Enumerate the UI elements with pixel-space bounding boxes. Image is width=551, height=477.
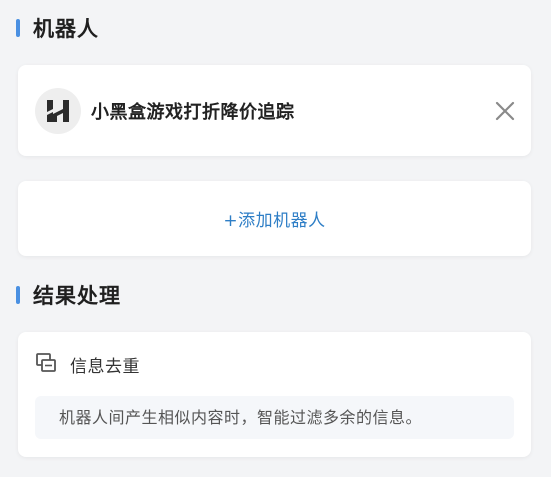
add-robot-button[interactable]: +添加机器人 (18, 181, 531, 256)
close-icon[interactable] (495, 101, 515, 121)
dedup-title: 信息去重 (70, 357, 140, 377)
copy-icon (35, 352, 57, 374)
results-section-header: 结果处理 (16, 281, 121, 309)
section-accent-bar (16, 19, 20, 37)
results-section-title: 结果处理 (33, 284, 121, 308)
xiaoheihe-logo-icon (35, 88, 81, 134)
dedup-card[interactable]: 信息去重 机器人间产生相似内容时，智能过滤多余的信息。 (18, 332, 531, 457)
dedup-description: 机器人间产生相似内容时，智能过滤多余的信息。 (35, 396, 514, 439)
robots-section-header: 机器人 (16, 14, 99, 42)
robot-name: 小黑盒游戏打折降价追踪 (91, 102, 295, 123)
section-accent-bar (16, 286, 20, 304)
robot-card[interactable]: 小黑盒游戏打折降价追踪 (18, 65, 531, 156)
robots-section-title: 机器人 (33, 17, 99, 41)
add-robot-label[interactable]: +添加机器人 (223, 206, 325, 231)
